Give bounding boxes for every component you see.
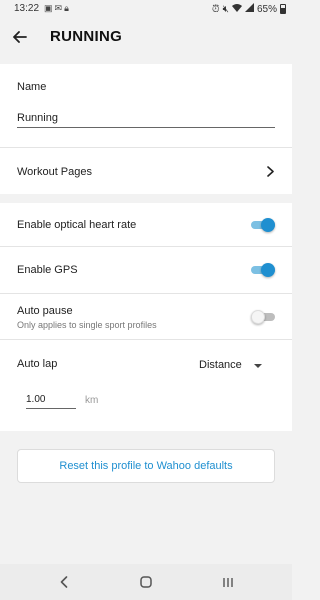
battery-percent: 65%: [256, 3, 277, 15]
message-icon: ✉: [54, 3, 65, 13]
alarm-icon: ⏰︎: [211, 3, 220, 15]
auto-pause-label: Auto pause: [17, 305, 73, 317]
app-bar: RUNNING: [0, 17, 292, 56]
reset-defaults-button[interactable]: Reset this profile to Wahoo defaults: [17, 449, 275, 483]
status-time: 13:22: [14, 3, 40, 14]
status-right: ⏰︎ 🔇︎ 65%: [212, 3, 286, 15]
name-input[interactable]: Running: [17, 110, 275, 128]
signal-icon: [244, 3, 254, 15]
arrow-left-icon: [13, 31, 27, 43]
toggle-knob: [251, 310, 265, 324]
nav-home-button[interactable]: [136, 572, 156, 592]
name-label: Name: [17, 81, 47, 93]
wifi-icon: [231, 3, 242, 15]
name-card: [0, 64, 292, 147]
workout-pages-label: Workout Pages: [17, 166, 93, 178]
gps-label: Enable GPS: [17, 264, 78, 276]
gps-toggle[interactable]: [251, 263, 275, 277]
divider: [0, 246, 292, 247]
auto-lap-distance-input[interactable]: 1.00: [26, 394, 76, 409]
auto-pause-sublabel: Only applies to single sport profiles: [17, 320, 157, 330]
toggle-knob: [261, 263, 275, 277]
auto-lap-label: Auto lap: [17, 358, 58, 370]
back-icon: [60, 576, 68, 588]
mute-icon: 🔇︎: [222, 3, 229, 15]
recents-icon: [223, 577, 233, 587]
auto-lap-unit: km: [85, 395, 99, 406]
notification-icons: ▣✉🔒︎: [44, 3, 71, 14]
status-bar: 13:22 ▣✉🔒︎ ⏰︎ 🔇︎ 65%: [0, 0, 292, 17]
nav-back-button[interactable]: [54, 572, 74, 592]
auto-pause-toggle[interactable]: [251, 310, 275, 324]
home-icon: [140, 576, 152, 588]
nav-recents-button[interactable]: [218, 572, 238, 592]
divider: [0, 339, 292, 340]
auto-lap-mode-select[interactable]: Distance: [199, 359, 242, 371]
system-nav-bar: [0, 564, 292, 600]
back-button[interactable]: [8, 25, 32, 49]
chevron-right-icon: [267, 166, 274, 177]
optical-hr-label: Enable optical heart rate: [17, 219, 137, 231]
divider: [0, 293, 292, 294]
optical-hr-toggle[interactable]: [251, 218, 275, 232]
dropdown-arrow-icon[interactable]: [254, 364, 262, 368]
image-icon: ▣: [44, 3, 55, 13]
page-title: RUNNING: [50, 28, 123, 45]
battery-icon: [280, 4, 286, 14]
toggle-knob: [261, 218, 275, 232]
lock-icon: 🔒︎: [64, 3, 71, 13]
